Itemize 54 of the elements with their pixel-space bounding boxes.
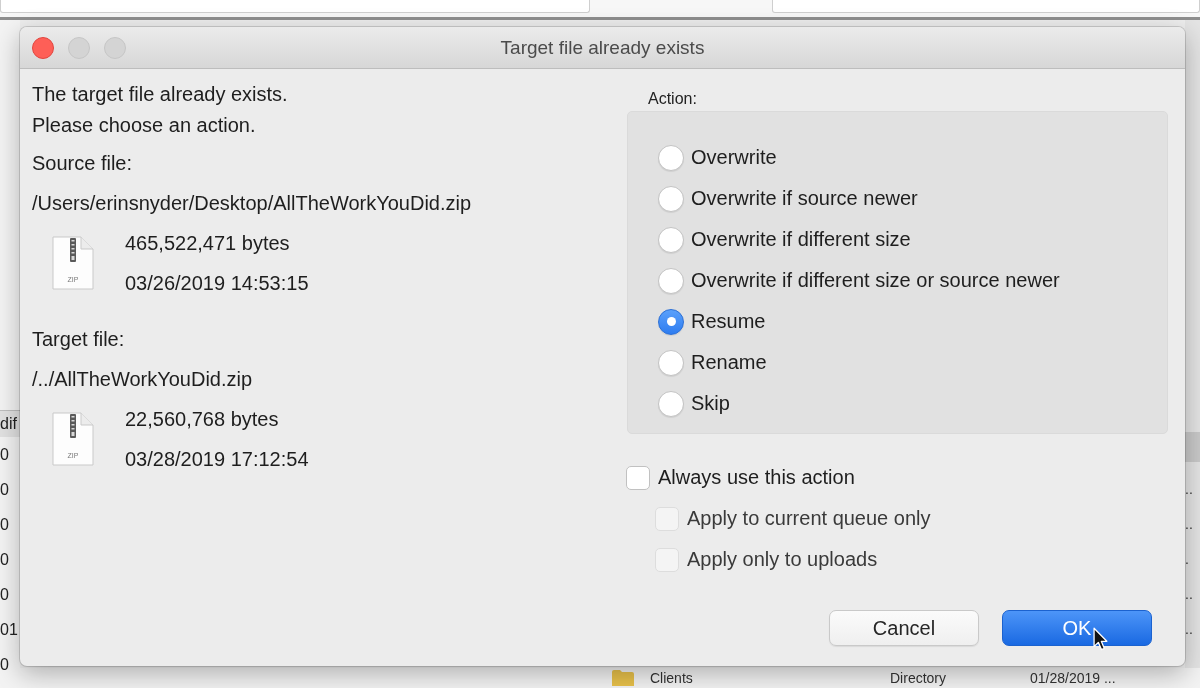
zoom-button[interactable] — [104, 36, 126, 59]
table-cell-text: . — [1185, 550, 1190, 569]
radio-label[interactable]: Skip — [691, 392, 730, 415]
cancel-button[interactable]: Cancel — [829, 610, 979, 646]
table-cell-text: Clients — [650, 670, 694, 686]
table-cell-text: 01 — [0, 620, 19, 640]
minimize-button[interactable] — [68, 36, 90, 59]
message-text: The target file already exists. — [32, 82, 289, 107]
checkbox-label[interactable]: Always use this action — [658, 466, 855, 489]
radio-button[interactable] — [658, 185, 684, 212]
radio-label[interactable]: Resume — [691, 310, 766, 333]
folder-icon — [612, 670, 634, 686]
radio-button[interactable] — [658, 349, 684, 376]
file-path: /../AllTheWorkYouDid.zip — [32, 367, 254, 392]
table-cell-text: 0 — [0, 655, 10, 675]
window-title: Target file already exists — [500, 36, 705, 59]
table-cell-text: 0 — [0, 515, 10, 535]
table-cell-text: 0 — [0, 585, 10, 605]
close-button[interactable] — [32, 36, 54, 59]
input-field[interactable] — [772, 0, 1200, 13]
radio-button[interactable] — [658, 267, 684, 294]
input-field[interactable] — [0, 0, 590, 13]
table-cell: 01/28/2019 ... — [1030, 670, 1116, 686]
table-cell-text: 0 — [0, 480, 10, 500]
column-header — [1185, 432, 1200, 462]
radio-label[interactable]: Overwrite if different size or source newer — [691, 269, 1060, 292]
table-cell-text: .. — [1185, 515, 1194, 534]
message-text: Please choose an action. — [32, 113, 257, 138]
group-label: Action: — [647, 89, 698, 109]
file-label: Source file: — [32, 151, 134, 176]
radio-label[interactable]: Rename — [691, 351, 767, 374]
radio-label[interactable]: Overwrite — [691, 146, 777, 169]
column-header: dif — [0, 410, 20, 437]
table-cell-text: .. — [1185, 585, 1194, 604]
file-size: 465,522,471 bytes — [125, 231, 291, 256]
ok-button[interactable]: OK — [1002, 610, 1152, 646]
radio-button[interactable] — [658, 144, 684, 171]
file-date: 03/26/2019 14:53:15 — [125, 271, 309, 296]
table-cell-text: 0 — [0, 445, 10, 465]
radio-label[interactable]: Overwrite if source newer — [691, 187, 918, 210]
radio-label[interactable]: Overwrite if different size — [691, 228, 911, 251]
table-cell-text: Directory — [890, 670, 947, 686]
table-cell-text: 0 — [0, 550, 10, 570]
mouse-pointer-icon — [1093, 627, 1109, 652]
file-path: /Users/erinsnyder/Desktop/AllTheWorkYouDid.zip — [32, 191, 473, 216]
radio-button[interactable] — [658, 308, 684, 335]
file-label: Target file: — [32, 327, 126, 352]
table-cell-text: .. — [1185, 620, 1194, 639]
table-cell-text: .. — [1185, 480, 1194, 499]
file-size: 22,560,768 bytes — [125, 407, 280, 432]
radio-button[interactable] — [658, 226, 684, 253]
file-date: 03/28/2019 17:12:54 — [125, 447, 309, 472]
checkbox[interactable] — [626, 465, 650, 490]
radio-button[interactable] — [658, 390, 684, 417]
